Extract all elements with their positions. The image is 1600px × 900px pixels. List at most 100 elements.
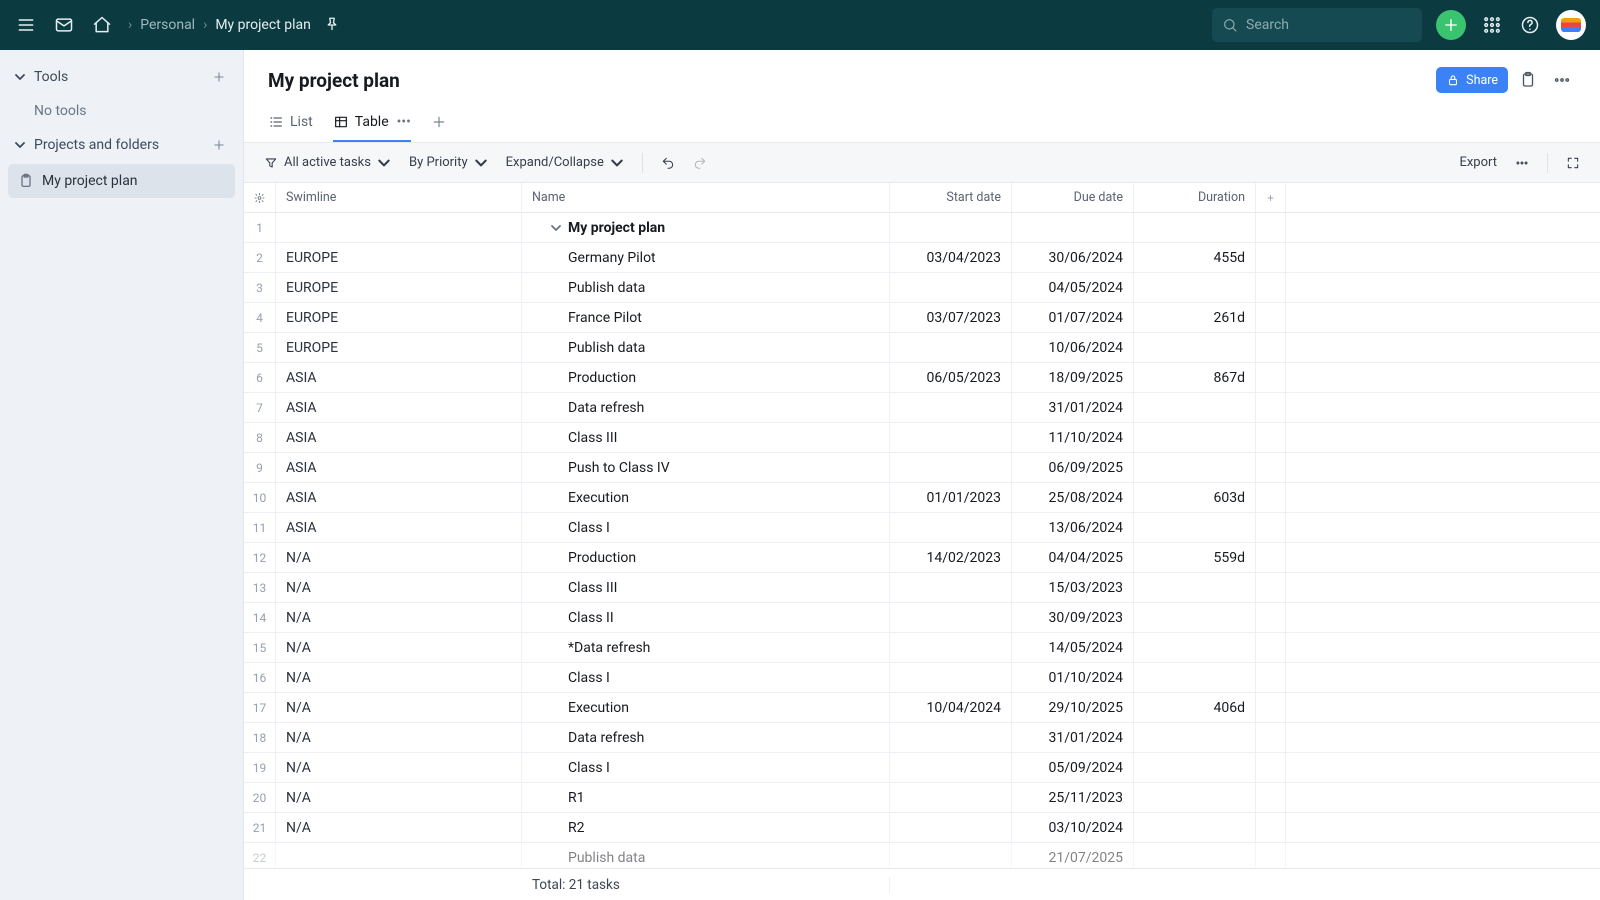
cell-swimline[interactable]: N/A (276, 693, 522, 722)
cell-swimline[interactable]: ASIA (276, 363, 522, 392)
cell-swimline[interactable]: N/A (276, 663, 522, 692)
cell-due[interactable]: 03/10/2024 (1012, 813, 1134, 842)
create-button[interactable] (1436, 10, 1466, 40)
sort-by[interactable]: By Priority (409, 155, 488, 170)
cell-start[interactable]: 10/04/2024 (890, 693, 1012, 722)
cell-swimline[interactable]: N/A (276, 723, 522, 752)
cell-duration[interactable] (1134, 333, 1256, 362)
cell-due[interactable]: 11/10/2024 (1012, 423, 1134, 452)
table-row[interactable]: 11ASIAClass I13/06/2024 (244, 513, 1600, 543)
cell-duration[interactable] (1134, 603, 1256, 632)
breadcrumb-current[interactable]: My project plan (215, 17, 311, 33)
cell-swimline[interactable]: EUROPE (276, 273, 522, 302)
table-row[interactable]: 22Publish data21/07/2025 (244, 843, 1600, 868)
cell-duration[interactable] (1134, 753, 1256, 782)
cell-duration[interactable] (1134, 723, 1256, 752)
cell-due[interactable]: 29/10/2025 (1012, 693, 1134, 722)
col-name[interactable]: Name (522, 183, 890, 212)
export-button[interactable]: Export (1459, 155, 1497, 170)
cell-swimline[interactable]: ASIA (276, 453, 522, 482)
cell-name[interactable]: Data refresh (522, 723, 890, 752)
cell-name[interactable]: Publish data (522, 843, 890, 868)
cell-start[interactable] (890, 453, 1012, 482)
table-row[interactable]: 12N/AProduction14/02/202304/04/2025559d (244, 543, 1600, 573)
cell-name[interactable]: Class III (522, 573, 890, 602)
sidebar-item-my-project-plan[interactable]: My project plan (8, 164, 235, 198)
table-row[interactable]: 15N/A*Data refresh14/05/2024 (244, 633, 1600, 663)
add-tool-button[interactable] (209, 67, 229, 87)
cell-start[interactable] (890, 513, 1012, 542)
redo-button[interactable] (693, 156, 707, 170)
chevron-down-icon[interactable] (550, 222, 562, 234)
cell-due[interactable]: 25/08/2024 (1012, 483, 1134, 512)
table-row[interactable]: 2EUROPEGermany Pilot03/04/202330/06/2024… (244, 243, 1600, 273)
cell-name[interactable]: Class I (522, 513, 890, 542)
cell-swimline[interactable]: EUROPE (276, 243, 522, 272)
tab-table[interactable]: Table ••• (333, 106, 411, 142)
pin-icon[interactable] (323, 13, 341, 37)
cell-due[interactable]: 30/06/2024 (1012, 243, 1134, 272)
cell-duration[interactable]: 559d (1134, 543, 1256, 572)
cell-due[interactable]: 30/09/2023 (1012, 603, 1134, 632)
cell-due[interactable]: 15/03/2023 (1012, 573, 1134, 602)
cell-duration[interactable]: 406d (1134, 693, 1256, 722)
cell-duration[interactable] (1134, 453, 1256, 482)
cell-duration[interactable] (1134, 813, 1256, 842)
cell-start[interactable] (890, 723, 1012, 752)
cell-start[interactable] (890, 813, 1012, 842)
cell-duration[interactable] (1134, 663, 1256, 692)
cell-duration[interactable] (1134, 573, 1256, 602)
help-icon[interactable] (1518, 13, 1542, 37)
cell-due[interactable]: 04/04/2025 (1012, 543, 1134, 572)
cell-swimline[interactable]: ASIA (276, 483, 522, 512)
col-swimline[interactable]: Swimline (276, 183, 522, 212)
cell-start[interactable]: 06/05/2023 (890, 363, 1012, 392)
cell-duration[interactable]: 261d (1134, 303, 1256, 332)
cell-swimline[interactable]: N/A (276, 753, 522, 782)
cell-start[interactable] (890, 843, 1012, 868)
cell-due[interactable]: 31/01/2024 (1012, 393, 1134, 422)
cell-duration[interactable] (1134, 423, 1256, 452)
cell-due[interactable]: 25/11/2023 (1012, 783, 1134, 812)
cell-name[interactable]: Publish data (522, 333, 890, 362)
cell-name[interactable]: Data refresh (522, 393, 890, 422)
cell-name[interactable]: Germany Pilot (522, 243, 890, 272)
cell-start[interactable] (890, 603, 1012, 632)
cell-start[interactable] (890, 423, 1012, 452)
cell-due[interactable]: 01/07/2024 (1012, 303, 1134, 332)
cell-swimline[interactable] (276, 843, 522, 868)
add-view-button[interactable] (431, 106, 447, 142)
apps-icon[interactable] (1480, 13, 1504, 37)
cell-swimline[interactable]: N/A (276, 633, 522, 662)
table-row[interactable]: 10ASIAExecution01/01/202325/08/2024603d (244, 483, 1600, 513)
cell-start[interactable] (890, 333, 1012, 362)
toolbar-more-icon[interactable] (1515, 156, 1529, 170)
cell-due[interactable]: 18/09/2025 (1012, 363, 1134, 392)
home-icon[interactable] (90, 13, 114, 37)
cell-duration[interactable] (1134, 393, 1256, 422)
col-duration[interactable]: Duration (1134, 183, 1256, 212)
cell-due[interactable]: 06/09/2025 (1012, 453, 1134, 482)
cell-start[interactable]: 03/07/2023 (890, 303, 1012, 332)
col-due-date[interactable]: Due date (1012, 183, 1134, 212)
cell-due[interactable]: 05/09/2024 (1012, 753, 1134, 782)
cell-name[interactable]: Push to Class IV (522, 453, 890, 482)
cell-start[interactable]: 14/02/2023 (890, 543, 1012, 572)
cell-start[interactable] (890, 783, 1012, 812)
cell-duration[interactable] (1134, 273, 1256, 302)
cell-duration[interactable] (1134, 513, 1256, 542)
cell-due[interactable]: 31/01/2024 (1012, 723, 1134, 752)
col-start-date rendered[interactable]: Start date (890, 183, 1012, 212)
cell-start[interactable]: 01/01/2023 (890, 483, 1012, 512)
more-icon[interactable] (1548, 66, 1576, 94)
cell-start[interactable] (890, 663, 1012, 692)
cell-due[interactable]: 21/07/2025 (1012, 843, 1134, 868)
fullscreen-button[interactable] (1566, 156, 1580, 170)
cell-due[interactable]: 14/05/2024 (1012, 633, 1134, 662)
cell-duration[interactable] (1134, 843, 1256, 868)
cell-name[interactable]: Class II (522, 603, 890, 632)
expand-collapse[interactable]: Expand/Collapse (506, 155, 624, 170)
cell-start[interactable] (890, 573, 1012, 602)
cell-start[interactable] (890, 273, 1012, 302)
cell-name[interactable]: Class III (522, 423, 890, 452)
